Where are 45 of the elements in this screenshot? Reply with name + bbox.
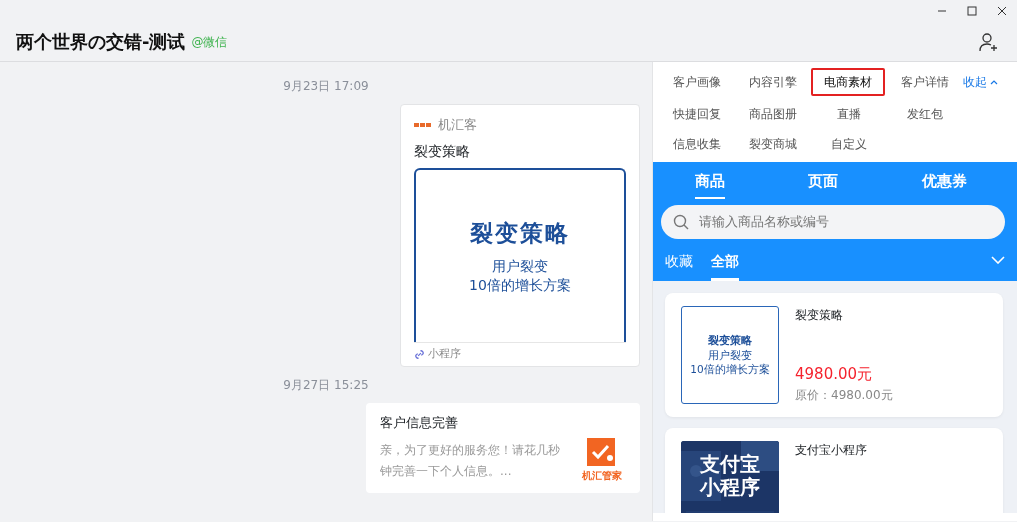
chat-title: 两个世界の交错-测试 bbox=[16, 30, 186, 54]
banner-text: 用户裂变 bbox=[492, 256, 548, 276]
card-title: 裂变策略 bbox=[414, 141, 471, 161]
search-field[interactable]: 请输入商品名称或编号 bbox=[661, 204, 1005, 239]
close-icon[interactable] bbox=[996, 5, 1008, 17]
tool-tab[interactable]: 裂变商城 bbox=[735, 132, 811, 156]
thumbnail-title: 裂变策略 bbox=[708, 332, 752, 349]
tool-tab[interactable]: 快捷回复 bbox=[659, 102, 735, 126]
card-title: 客户信息完善 bbox=[380, 413, 459, 432]
timestamp: 9月27日 15:25 bbox=[282, 376, 370, 394]
maximize-icon[interactable] bbox=[966, 5, 978, 17]
thumbnail-title: 支付宝小程序 bbox=[698, 452, 761, 499]
mini-program-card[interactable]: 机汇客 裂变策略 裂变策略 用户裂变 10倍的增长方案 小程序 bbox=[400, 104, 640, 367]
tool-tab[interactable]: 信息收集 bbox=[659, 132, 735, 156]
card-description: 亲，为了更好的服务您！请花几秒钟完善一下个人信息。... bbox=[380, 442, 561, 480]
tool-tab[interactable]: 客户详情 bbox=[887, 68, 963, 96]
thumbnail-text: 10倍的增长方案 bbox=[690, 362, 770, 377]
product-name: 支付宝小程序 bbox=[795, 441, 867, 459]
banner-title: 裂变策略 bbox=[470, 219, 570, 249]
timestamp: 9月23日 17:09 bbox=[282, 78, 370, 95]
collapse-link[interactable]: 收起 bbox=[963, 73, 987, 91]
tool-tab[interactable]: 客户画像 bbox=[659, 68, 735, 96]
link-card[interactable]: 客户信息完善 亲，为了更好的服务您！请花几秒钟完善一下个人信息。... 机汇管家 bbox=[366, 402, 640, 493]
tool-tab[interactable]: 直播 bbox=[811, 102, 887, 126]
search-icon bbox=[673, 213, 689, 230]
product-card[interactable]: 支付宝小程序 支付宝小程序 bbox=[665, 427, 1003, 513]
chevron-up-icon[interactable] bbox=[990, 79, 998, 85]
tool-tab[interactable]: 商品图册 bbox=[735, 102, 811, 126]
tool-tab[interactable]: 发红包 bbox=[887, 102, 963, 126]
app-name: 机汇客 bbox=[438, 116, 477, 134]
tool-tab[interactable]: 电商素材 bbox=[811, 68, 885, 96]
source-label: @微信 bbox=[191, 33, 228, 51]
link-icon bbox=[414, 348, 425, 360]
banner-text: 10倍的增长方案 bbox=[469, 275, 571, 295]
product-name: 裂变策略 bbox=[795, 306, 844, 324]
tool-tab[interactable]: 内容引擎 bbox=[735, 68, 811, 96]
product-price: 4980.00元 bbox=[795, 364, 874, 385]
thumbnail-text: 用户裂变 bbox=[708, 349, 752, 363]
app-logo bbox=[414, 121, 432, 128]
product-card[interactable]: 裂变策略 用户裂变 10倍的增长方案 裂变策略 4980.00元 原价：4980.00元 bbox=[665, 292, 1003, 417]
app-logo: 机汇管家 bbox=[582, 438, 622, 483]
tool-tab[interactable]: 自定义 bbox=[811, 132, 887, 156]
chevron-down-icon[interactable] bbox=[991, 256, 1005, 264]
original-price: 原价：4980.00元 bbox=[795, 386, 893, 404]
card-footer-label: 小程序 bbox=[428, 345, 461, 362]
